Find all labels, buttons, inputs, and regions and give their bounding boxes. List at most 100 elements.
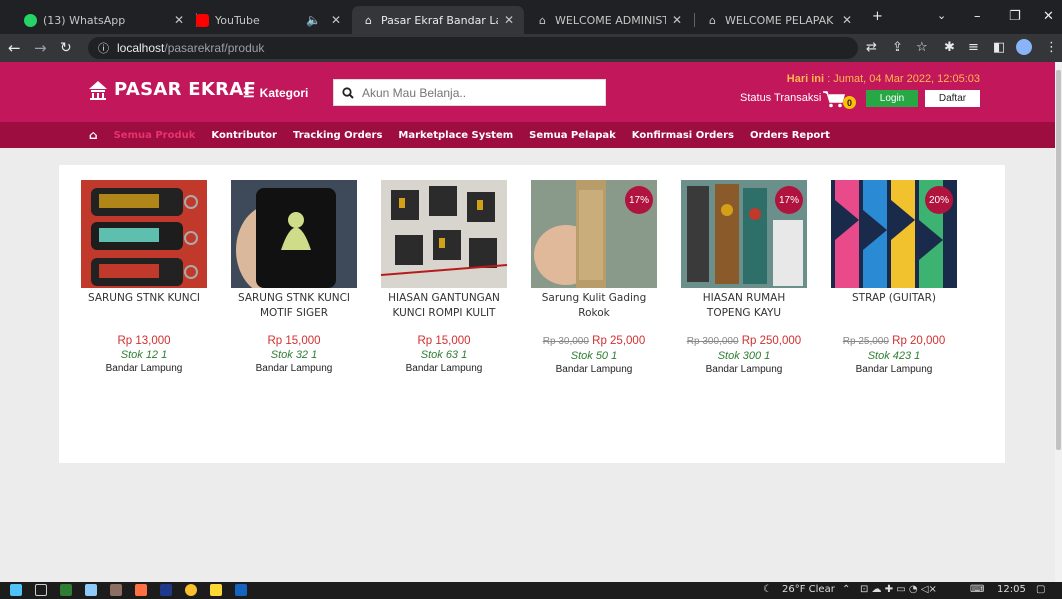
product-card[interactable]: SARUNG STNK KUNCI MOTIF SIGER Rp 15,000 … — [229, 180, 359, 375]
nav-semua-produk[interactable]: Semua Produk — [114, 130, 196, 141]
minimize-icon[interactable]: – — [974, 9, 981, 24]
product-stock: Stok 12 1 — [120, 349, 168, 361]
close-tab-icon[interactable]: ✕ — [672, 13, 682, 27]
nav-marketplace-system[interactable]: Marketplace System — [398, 130, 513, 141]
photoshop-icon[interactable] — [160, 584, 172, 596]
product-stock: Stok 423 1 — [867, 350, 921, 362]
daftar-button[interactable]: Daftar — [925, 90, 980, 107]
product-stock: Stok 50 1 — [570, 350, 618, 362]
close-tab-icon[interactable]: ✕ — [842, 13, 852, 27]
task-view-icon[interactable] — [35, 584, 47, 596]
product-name[interactable]: HIASAN RUMAH TOPENG KAYU — [679, 291, 809, 323]
product-price: Rp 30,000 Rp 25,000 — [529, 334, 659, 349]
product-location: Bandar Lampung — [705, 364, 783, 375]
search-box — [333, 79, 606, 106]
status-transaksi-link[interactable]: Status Transaksi — [740, 92, 821, 104]
hari-label: Hari ini — [786, 73, 825, 85]
new-tab-icon[interactable]: + — [872, 9, 883, 24]
nav-tracking-orders[interactable]: Tracking Orders — [293, 130, 382, 141]
product-image[interactable] — [81, 180, 207, 288]
product-card[interactable]: 17% HIASAN RUMAH TOPENG KAYU Rp 300,000 … — [679, 180, 809, 376]
nav-konfirmasi-orders[interactable]: Konfirmasi Orders — [632, 130, 734, 141]
page-scrollbar[interactable] — [1055, 62, 1062, 582]
product-image[interactable]: 17% — [531, 180, 657, 288]
audio-icon[interactable]: 🔈 — [306, 13, 321, 27]
browser-address-bar: ← → ↻ ⓘ localhost/pasarekraf/produk ⇄ ⇪ … — [0, 34, 1062, 62]
start-icon[interactable] — [10, 584, 22, 596]
product-name[interactable]: HIASAN GANTUNGAN KUNCI ROMPI KULIT — [379, 291, 509, 323]
product-image[interactable]: 20% — [831, 180, 957, 288]
tab-pasar-ekraf[interactable]: ⌂ Pasar Ekraf Bandar Lampung ✕ — [352, 6, 524, 34]
back-icon[interactable]: ← — [8, 39, 21, 57]
product-image[interactable] — [381, 180, 507, 288]
forward-icon[interactable]: → — [34, 39, 47, 57]
close-tab-icon[interactable]: ✕ — [331, 13, 341, 27]
info-icon[interactable]: ⓘ — [98, 40, 109, 56]
logo-house-icon — [89, 80, 107, 100]
extensions-icon[interactable]: ✱ — [944, 40, 955, 55]
restore-icon[interactable]: ❐ — [1009, 9, 1021, 24]
product-price: Rp 25,000 Rp 20,000 — [829, 334, 959, 349]
product-location: Bandar Lampung — [255, 363, 333, 374]
discount-badge: 17% — [775, 186, 803, 214]
close-tab-icon[interactable]: ✕ — [174, 13, 184, 27]
app-icon[interactable] — [110, 584, 122, 596]
home-icon[interactable]: ⌂ — [89, 128, 98, 142]
reload-icon[interactable]: ↻ — [60, 39, 72, 57]
tab-whatsapp[interactable]: (13) WhatsApp ✕ — [14, 6, 194, 34]
search-icon[interactable] — [342, 86, 354, 99]
product-price-old: Rp 30,000 — [542, 336, 589, 347]
tray-chevron-icon[interactable]: ⌃ — [842, 584, 850, 595]
translate-icon[interactable]: ⇄ — [866, 40, 877, 55]
share-icon[interactable]: ⇪ — [892, 40, 903, 55]
clock[interactable]: 12:05 — [997, 584, 1026, 595]
notification-icon[interactable]: ▢ — [1036, 584, 1045, 595]
menu-kebab-icon[interactable]: ⋮ — [1045, 40, 1058, 55]
browser-tab-bar: (13) WhatsApp ✕ YouTube 🔈 ✕ ⌂ Pasar Ekra… — [0, 0, 1062, 34]
product-name[interactable]: SARUNG STNK KUNCI MOTIF SIGER — [229, 291, 359, 323]
product-card[interactable]: 17% Sarung Kulit Gading Rokok Rp 30,000 … — [529, 180, 659, 376]
url-bar[interactable]: ⓘ localhost/pasarekraf/produk — [88, 37, 858, 59]
product-name[interactable]: STRAP (GUITAR) — [829, 291, 959, 323]
close-tab-icon[interactable]: ✕ — [504, 13, 514, 27]
weather-text[interactable]: 26°F Clear — [782, 584, 835, 595]
product-price: Rp 15,000 — [379, 334, 509, 348]
close-window-icon[interactable]: ✕ — [1043, 9, 1054, 24]
app-icon[interactable] — [60, 584, 72, 596]
nav-kontributor[interactable]: Kontributor — [211, 130, 277, 141]
tab-welcome-administrator[interactable]: ⌂ WELCOME ADMINISTRATOR ✕ — [526, 6, 692, 34]
product-card[interactable]: HIASAN GANTUNGAN KUNCI ROMPI KULIT Rp 15… — [379, 180, 509, 375]
product-image[interactable]: 17% — [681, 180, 807, 288]
profile-avatar-icon[interactable] — [1016, 39, 1032, 55]
windows-taskbar: ☾ 26°F Clear ⌃ ⊡ ☁ ✚ ▭ ◔ ◁× ⌨ 12:05 ▢ — [0, 582, 1062, 599]
kategori-menu[interactable]: ☰ Kategori — [243, 85, 308, 101]
file-explorer-icon[interactable] — [210, 584, 222, 596]
scrollbar-thumb[interactable] — [1056, 70, 1061, 450]
nav-orders-report[interactable]: Orders Report — [750, 130, 830, 141]
product-image[interactable] — [231, 180, 357, 288]
discount-badge: 17% — [625, 186, 653, 214]
weather-icon[interactable]: ☾ — [763, 584, 772, 595]
tab-welcome-pelapak[interactable]: ⌂ WELCOME PELAPAK ✕ — [696, 6, 862, 34]
firefox-icon[interactable] — [135, 584, 147, 596]
tab-youtube[interactable]: YouTube 🔈 ✕ — [186, 6, 351, 34]
main-content: SARUNG STNK KUNCI Rp 13,000 Stok 12 1 Ba… — [0, 148, 1055, 582]
word-icon[interactable] — [235, 584, 247, 596]
nav-semua-pelapak[interactable]: Semua Pelapak — [529, 130, 616, 141]
product-name[interactable]: SARUNG STNK KUNCI — [79, 291, 209, 323]
product-card[interactable]: 20% STRAP (GUITAR) Rp 25,000 Rp 20,000 S… — [829, 180, 959, 376]
app-icon[interactable] — [85, 584, 97, 596]
product-card[interactable]: SARUNG STNK KUNCI Rp 13,000 Stok 12 1 Ba… — [79, 180, 209, 375]
chrome-icon[interactable] — [185, 584, 197, 596]
site-logo[interactable]: PASAR EKRAF — [88, 79, 256, 100]
reading-list-icon[interactable]: ≡ — [968, 40, 979, 55]
search-input[interactable] — [362, 85, 582, 100]
tray-icons[interactable]: ⊡ ☁ ✚ ▭ ◔ ◁× — [860, 584, 937, 595]
product-name[interactable]: Sarung Kulit Gading Rokok — [529, 291, 659, 323]
login-button[interactable]: Login — [866, 90, 918, 107]
tab-search-icon[interactable]: ⌄ — [937, 9, 946, 22]
bookmark-star-icon[interactable]: ☆ — [916, 40, 928, 55]
product-price-current: Rp 15,000 — [267, 335, 321, 347]
side-panel-icon[interactable]: ◧ — [993, 40, 1005, 55]
keyboard-icon[interactable]: ⌨ — [970, 584, 984, 595]
